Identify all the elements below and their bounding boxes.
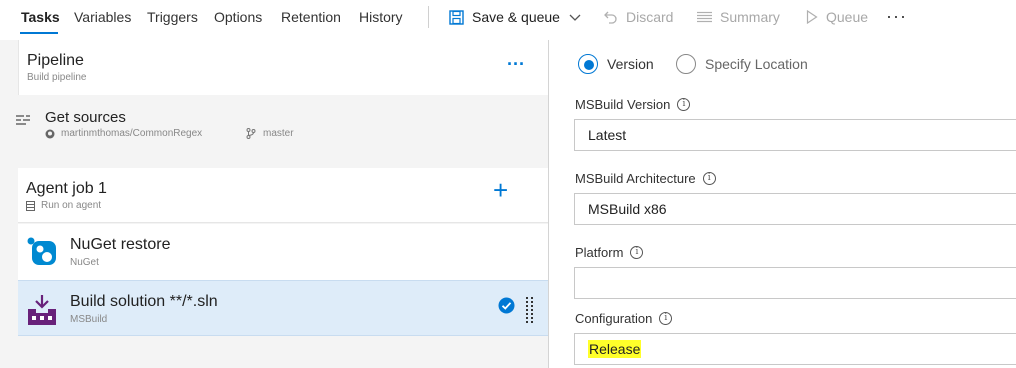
undo-icon [604, 11, 617, 24]
configuration-input[interactable]: Release [574, 333, 1016, 365]
task-list-panel: Pipeline Build pipeline ··· Get sources … [0, 40, 549, 368]
branch-info: master [246, 128, 294, 139]
pipeline-title: Pipeline [27, 52, 84, 69]
get-sources-row[interactable] [0, 96, 548, 156]
play-icon [806, 10, 818, 24]
radio-location-circle[interactable] [676, 54, 696, 74]
tab-variables[interactable]: Variables [74, 9, 131, 25]
msbuild-icon [28, 295, 56, 325]
toolbar-divider [428, 6, 429, 28]
configuration-label-row: Configuration i [575, 311, 673, 326]
panel-divider [548, 40, 549, 368]
tab-retention[interactable]: Retention [281, 9, 341, 25]
msbuild-version-select[interactable]: Latest [574, 119, 1016, 151]
repository-info: martinmthomas/CommonRegex [45, 128, 202, 139]
msbuild-arch-select[interactable]: MSBuild x86 [574, 193, 1016, 225]
server-icon [26, 200, 35, 211]
info-icon[interactable]: i [630, 246, 644, 259]
platform-label: Platform [575, 245, 624, 260]
add-task-button[interactable]: + [493, 175, 508, 206]
queue-button[interactable]: Queue [806, 8, 868, 26]
tab-history[interactable]: History [359, 9, 403, 25]
info-icon[interactable]: i [677, 98, 691, 111]
tab-tasks[interactable]: Tasks [21, 9, 60, 25]
agent-job-title: Agent job 1 [26, 180, 107, 197]
top-toolbar: Tasks Variables Triggers Options Retenti… [0, 0, 1016, 36]
info-icon[interactable]: i [659, 312, 673, 325]
radio-version-circle[interactable] [578, 54, 598, 74]
get-sources-title: Get sources [45, 109, 126, 126]
task-row-selected[interactable]: Build solution **/*.sln MSBuild [18, 280, 548, 336]
task-title: Build solution **/*.sln [70, 293, 218, 310]
msbuild-version-label-row: MSBuild Version i [575, 97, 691, 112]
summary-label: Summary [720, 9, 780, 25]
task-row[interactable]: NuGet restore NuGet [18, 224, 548, 280]
msbuild-version-label: MSBuild Version [575, 97, 671, 112]
info-icon[interactable]: i [702, 172, 716, 185]
radio-specify-location[interactable]: Specify Location [676, 54, 808, 74]
save-icon [449, 9, 464, 25]
branch-icon [246, 128, 256, 139]
queue-label: Queue [826, 9, 869, 25]
list-icon [697, 11, 712, 23]
agent-job-subtitle: Run on agent [41, 200, 102, 211]
agent-job-card[interactable]: Agent job 1 Run on agent + [18, 168, 548, 223]
radio-version[interactable]: Version [578, 54, 654, 74]
source-list-icon [16, 115, 30, 125]
pipeline-subtitle: Build pipeline [27, 72, 87, 83]
save-queue-button[interactable]: Save & queue [449, 8, 581, 26]
radio-version-label: Version [607, 56, 654, 72]
github-icon [45, 129, 55, 138]
drag-handle-icon[interactable] [526, 297, 534, 323]
tab-options[interactable]: Options [214, 9, 262, 25]
pipeline-more-button[interactable]: ··· [507, 54, 525, 75]
active-tab-indicator [20, 32, 58, 34]
check-circle-icon [498, 297, 515, 314]
discard-button[interactable]: Discard [604, 8, 673, 26]
chevron-down-icon[interactable] [569, 12, 581, 22]
nuget-icon [27, 237, 56, 265]
platform-input[interactable] [574, 267, 1016, 299]
task-subtitle: MSBuild [70, 314, 108, 325]
branch-name: master [263, 128, 294, 139]
repository-name: martinmthomas/CommonRegex [61, 128, 203, 139]
configuration-label: Configuration [575, 311, 653, 326]
radio-location-label: Specify Location [705, 56, 808, 72]
save-queue-label: Save & queue [472, 9, 560, 25]
task-title: NuGet restore [70, 236, 171, 253]
msbuild-arch-label: MSBuild Architecture [575, 171, 696, 186]
pipeline-card[interactable]: Pipeline Build pipeline ··· [18, 40, 548, 95]
tab-triggers[interactable]: Triggers [147, 9, 198, 25]
discard-label: Discard [626, 9, 674, 25]
summary-button[interactable]: Summary [697, 8, 780, 26]
configuration-value: Release [588, 340, 642, 358]
platform-label-row: Platform i [575, 245, 644, 260]
more-actions-button[interactable]: ··· [886, 6, 907, 27]
agent-job-subtitle-row: Run on agent [26, 200, 101, 211]
task-subtitle: NuGet [70, 257, 99, 268]
msbuild-arch-label-row: MSBuild Architecture i [575, 171, 716, 186]
task-settings-panel: Version Specify Location MSBuild Version… [550, 40, 1016, 368]
